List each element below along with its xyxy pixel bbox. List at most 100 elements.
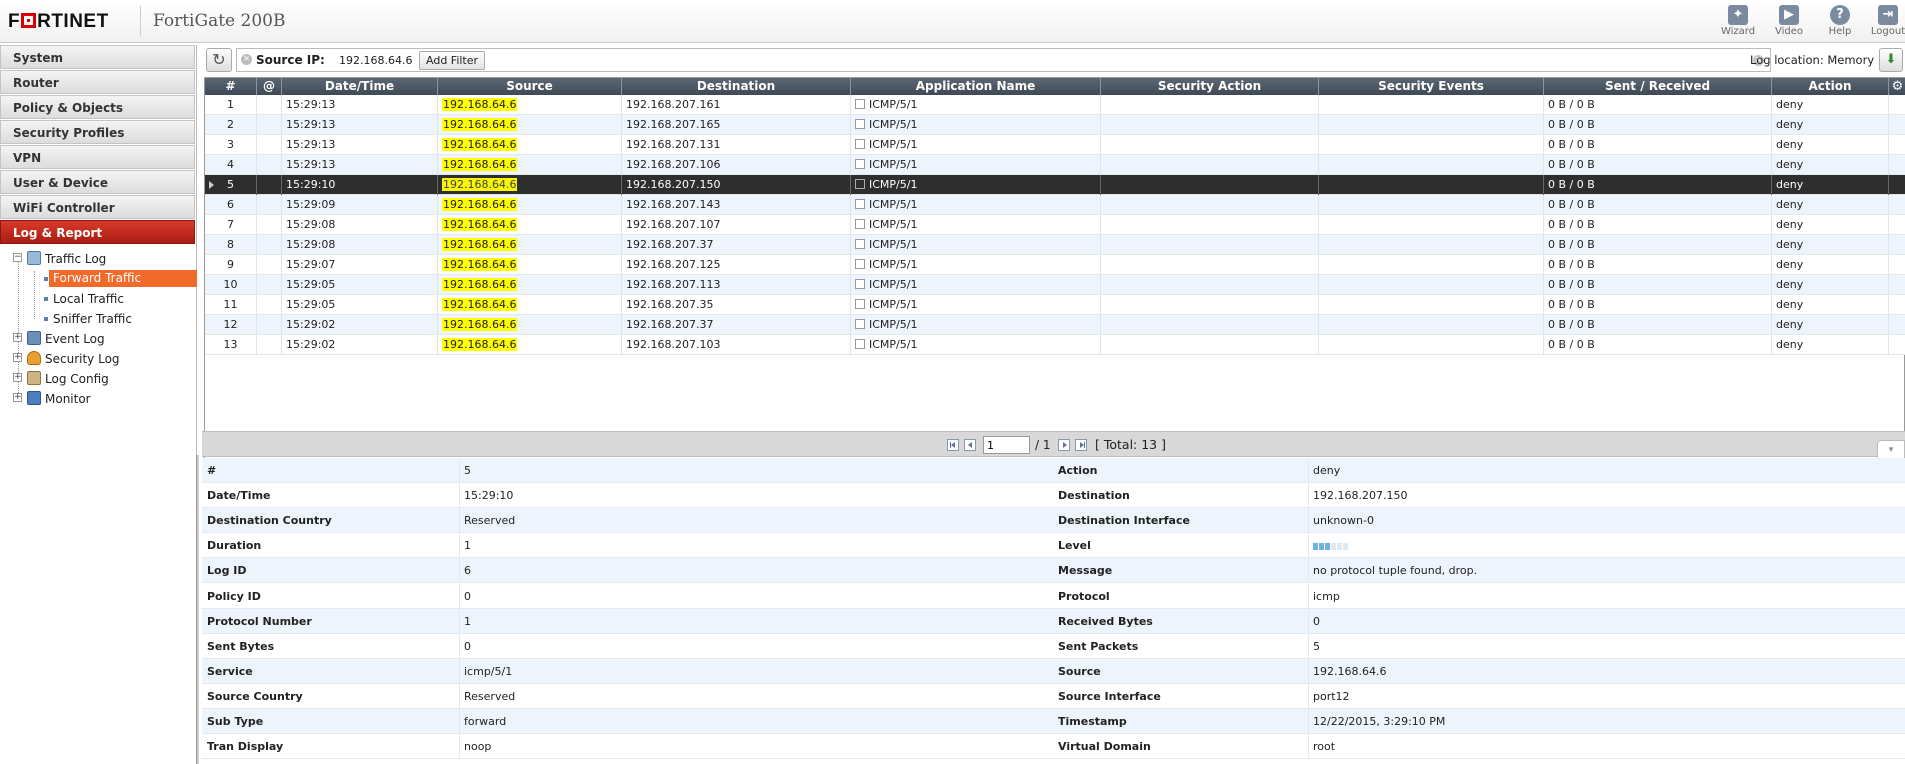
column-header-at[interactable]: @	[257, 78, 282, 95]
nav-system[interactable]: System	[0, 45, 195, 69]
tree-event-log[interactable]: + Event Log	[0, 329, 196, 349]
log-config-icon	[27, 371, 41, 385]
toggle-details-button[interactable]: ▾	[1877, 440, 1905, 458]
detail-value: Reserved	[459, 683, 1053, 709]
source-ip-highlight: 192.168.64.6	[442, 318, 518, 331]
tree-label: Event Log	[45, 332, 105, 346]
cell-index: 4	[205, 155, 257, 175]
table-row[interactable]: 8 15:29:08 192.168.64.6 192.168.207.37 ICMP/…	[205, 235, 1905, 255]
column-header-security-events[interactable]: Security Events	[1319, 78, 1544, 95]
cell-destination: 192.168.207.37	[622, 315, 851, 335]
table-row[interactable]: 6 15:29:09 192.168.64.6 192.168.207.143 ICMP…	[205, 195, 1905, 215]
tree-monitor[interactable]: + Monitor	[0, 389, 196, 409]
last-page-button[interactable]	[1075, 439, 1087, 451]
table-row[interactable]: 3 15:29:13 192.168.64.6 192.168.207.131 ICMP…	[205, 135, 1905, 155]
wizard-button[interactable]: ✦ Wizard	[1716, 5, 1760, 39]
detail-value: port12	[1308, 683, 1905, 709]
nav-log-report[interactable]: Log & Report	[0, 220, 195, 244]
logout-button[interactable]: ⇥ Logout	[1866, 5, 1905, 39]
tree-log-config[interactable]: + Log Config	[0, 369, 196, 389]
cell-datetime: 15:29:07	[282, 255, 438, 275]
detail-row: Tran Display noop Virtual Domain root	[202, 734, 1905, 760]
application-icon	[855, 339, 865, 349]
nav-security-profiles[interactable]: Security Profiles	[0, 120, 195, 144]
expand-icon[interactable]: +	[13, 373, 22, 382]
column-header-destination[interactable]: Destination	[622, 78, 851, 95]
video-button[interactable]: ▶ Video	[1767, 5, 1811, 39]
tree-security-log[interactable]: + Security Log	[0, 349, 196, 369]
column-header-source[interactable]: Source	[438, 78, 622, 95]
tree-label: Sniffer Traffic	[53, 312, 133, 326]
detail-value: 0	[1308, 608, 1905, 634]
column-header-index[interactable]: #	[205, 78, 257, 95]
tree-label: Traffic Log	[45, 252, 107, 266]
cell-security-action	[1101, 95, 1319, 115]
source-ip-highlight: 192.168.64.6	[442, 158, 518, 171]
detail-value: 15:29:10	[459, 483, 1053, 509]
application-name: ICMP/5/1	[869, 118, 918, 131]
cell-datetime: 15:29:10	[282, 175, 438, 195]
nav-label: User & Device	[13, 176, 109, 190]
nav-vpn[interactable]: VPN	[0, 145, 195, 169]
sidebar-resize-handle[interactable]	[196, 455, 199, 764]
tree-traffic-log[interactable]: − Traffic Log	[0, 249, 196, 269]
tree-local-traffic[interactable]: Local Traffic	[0, 289, 196, 309]
video-icon: ▶	[1779, 5, 1799, 25]
detail-label: Date/Time	[207, 489, 271, 503]
column-header-datetime[interactable]: Date/Time	[282, 78, 438, 95]
cell-security-events	[1319, 195, 1544, 215]
download-button[interactable]: ⬇	[1879, 48, 1903, 72]
source-ip-highlight: 192.168.64.6	[442, 238, 518, 251]
column-settings-icon[interactable]: ⚙	[1890, 79, 1905, 94]
application-name: ICMP/5/1	[869, 198, 918, 211]
collapse-icon[interactable]: −	[13, 253, 22, 262]
cell-security-action	[1101, 135, 1319, 155]
expand-icon[interactable]: +	[13, 333, 22, 342]
nav-router[interactable]: Router	[0, 70, 195, 94]
application-icon	[855, 219, 865, 229]
first-page-button[interactable]	[947, 439, 959, 451]
cell-at	[257, 235, 282, 255]
table-row[interactable]: 12 15:29:02 192.168.64.6 192.168.207.37 ICMP…	[205, 315, 1905, 335]
tree-forward-traffic[interactable]: Forward Traffic	[0, 269, 197, 289]
nav-wifi-controller[interactable]: WiFi Controller	[0, 195, 195, 219]
table-row[interactable]: 13 15:29:02 192.168.64.6 192.168.207.103 ICM…	[205, 335, 1905, 355]
detail-row: Protocol Number 1 Received Bytes 0	[202, 608, 1905, 634]
table-row[interactable]: 1 15:29:13 192.168.64.6 192.168.207.161 ICMP…	[205, 95, 1905, 115]
nav-user-device[interactable]: User & Device	[0, 170, 195, 194]
column-header-application[interactable]: Application Name	[851, 78, 1101, 95]
table-row[interactable]: 2 15:29:13 192.168.64.6 192.168.207.165 ICMP…	[205, 115, 1905, 135]
tree-sniffer-traffic[interactable]: Sniffer Traffic	[0, 309, 196, 329]
column-header-security-action[interactable]: Security Action	[1101, 78, 1319, 95]
column-header-action[interactable]: Action	[1772, 78, 1889, 95]
detail-label: Destination Country	[207, 514, 332, 528]
application-name: ICMP/5/1	[869, 278, 918, 291]
refresh-button[interactable]: ↻	[206, 48, 232, 72]
source-ip-highlight: 192.168.64.6	[442, 118, 518, 131]
application-icon	[855, 159, 865, 169]
expand-icon[interactable]: +	[13, 393, 22, 402]
prev-page-button[interactable]	[964, 439, 976, 451]
table-row[interactable]: 9 15:29:07 192.168.64.6 192.168.207.125 ICMP…	[205, 255, 1905, 275]
next-page-button[interactable]	[1058, 439, 1070, 451]
help-button[interactable]: ? Help	[1818, 5, 1862, 39]
table-row[interactable]: 4 15:29:13 192.168.64.6 192.168.207.106 ICMP…	[205, 155, 1905, 175]
table-row[interactable]: 10 15:29:05 192.168.64.6 192.168.207.113 ICM…	[205, 275, 1905, 295]
nav-policy-objects[interactable]: Policy & Objects	[0, 95, 195, 119]
detail-row: #5 Action deny	[202, 458, 1905, 483]
cell-security-action	[1101, 275, 1319, 295]
cell-security-action	[1101, 215, 1319, 235]
refresh-icon: ↻	[212, 50, 226, 69]
remove-filter-icon[interactable]: ×	[241, 54, 252, 65]
table-row[interactable]: 5 15:29:10 192.168.64.6 192.168.207.150 ICMP…	[205, 175, 1905, 195]
detail-value: 192.168.64.6	[1308, 658, 1905, 684]
filter-box[interactable]: × Source IP: 192.168.64.6 Add Filter ×	[236, 48, 1771, 72]
page-number-input[interactable]	[983, 436, 1030, 454]
table-row[interactable]: 7 15:29:08 192.168.64.6 192.168.207.107 ICMP…	[205, 215, 1905, 235]
table-row[interactable]: 11 15:29:05 192.168.64.6 192.168.207.35 ICMP…	[205, 295, 1905, 315]
detail-label: Level	[1058, 539, 1091, 553]
add-filter-button[interactable]: Add Filter	[419, 51, 486, 70]
detail-label: Sent Packets	[1058, 639, 1139, 653]
column-header-sent-received[interactable]: Sent / Received	[1544, 78, 1772, 95]
expand-icon[interactable]: +	[13, 353, 22, 362]
